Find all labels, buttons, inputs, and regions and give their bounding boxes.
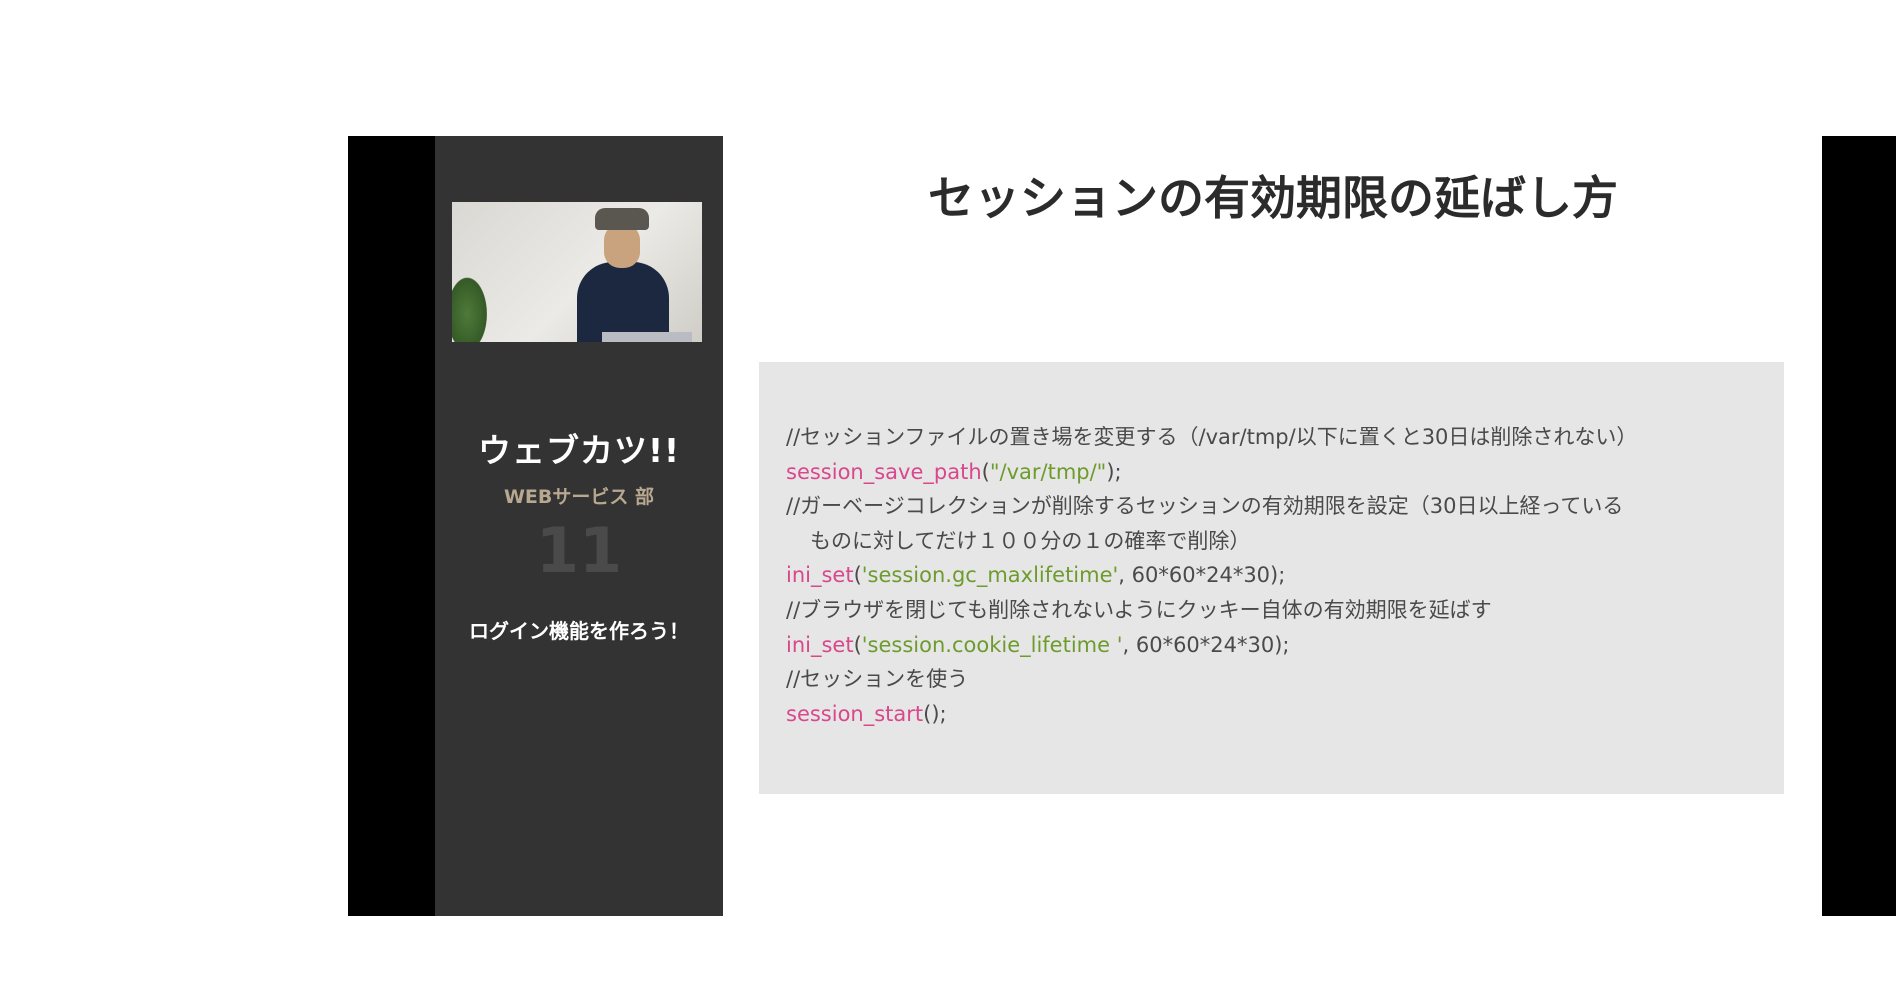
code-string: 'session.cookie_lifetime ' bbox=[861, 632, 1123, 657]
code-punct: ); bbox=[1106, 459, 1122, 484]
code-string: "/var/tmp/" bbox=[989, 459, 1107, 484]
code-comment: //セッションを使う bbox=[786, 667, 969, 692]
code-args: , 60*60*24*30); bbox=[1118, 563, 1286, 588]
code-punct: ( bbox=[853, 632, 862, 657]
code-string: 'session.gc_maxlifetime' bbox=[861, 563, 1119, 588]
laptop bbox=[602, 332, 692, 342]
code-lines: //セッションファイルの置き場を変更する（/var/tmp/以下に置くと30日は… bbox=[786, 420, 1776, 731]
code-punct: (); bbox=[923, 701, 947, 726]
slide-title: セッションの有効期限の延ばし方 bbox=[928, 171, 1618, 225]
letterbox-left bbox=[348, 136, 435, 916]
code-comment: ものに対してだけ１００分の１の確率で削除） bbox=[810, 528, 1251, 553]
sidebar: ウェブカツ!! WEBサービス 部 11 ログイン機能を作ろう！ bbox=[435, 136, 723, 916]
code-comment: //ガーベージコレクションが削除するセッションの有効期限を設定（30日以上経って… bbox=[786, 494, 1624, 519]
code-function: session_start bbox=[786, 701, 924, 726]
code-line: session_start(); bbox=[786, 697, 1776, 732]
code-punct: ( bbox=[981, 459, 990, 484]
presenter-video bbox=[452, 202, 702, 342]
code-punct: ( bbox=[853, 563, 862, 588]
code-function: ini_set bbox=[786, 632, 854, 657]
presenter-hat bbox=[595, 208, 649, 230]
code-args: , 60*60*24*30); bbox=[1122, 632, 1290, 657]
code-line: ini_set('session.cookie_lifetime ', 60*6… bbox=[786, 628, 1776, 663]
presenter-body bbox=[577, 262, 669, 342]
code-comment: //セッションファイルの置き場を変更する（/var/tmp/以下に置くと30日は… bbox=[786, 425, 1638, 449]
letterbox-right bbox=[1822, 136, 1896, 916]
presenter-head bbox=[604, 224, 640, 268]
code-block: //セッションファイルの置き場を変更する（/var/tmp/以下に置くと30日は… bbox=[759, 362, 1784, 794]
plant-decoration bbox=[452, 272, 490, 342]
code-function: ini_set bbox=[786, 563, 854, 588]
code-comment: //ブラウザを閉じても削除されないようにクッキー自体の有効期限を延ばす bbox=[786, 597, 1492, 622]
brand-logo: ウェブカツ!! bbox=[477, 431, 681, 470]
code-line: session_save_path("/var/tmp/"); bbox=[786, 455, 1776, 490]
video-frame: ウェブカツ!! WEBサービス 部 11 ログイン機能を作ろう！ セッションの有… bbox=[348, 136, 1896, 916]
episode-title: ログイン機能を作ろう！ bbox=[469, 619, 689, 643]
code-function: session_save_path bbox=[786, 459, 982, 484]
code-line: ini_set('session.gc_maxlifetime', 60*60*… bbox=[786, 558, 1776, 593]
episode-number: 11 bbox=[535, 514, 623, 587]
brand-subtitle: WEBサービス 部 bbox=[503, 486, 655, 508]
